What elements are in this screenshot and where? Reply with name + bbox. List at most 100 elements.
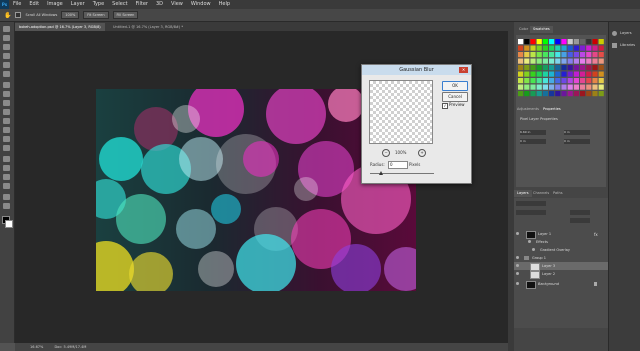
color-swatch[interactable] xyxy=(530,65,536,71)
color-swatch[interactable] xyxy=(598,71,604,77)
color-swatch[interactable] xyxy=(530,78,536,84)
color-swatch[interactable] xyxy=(573,45,579,51)
tab-color[interactable]: Color xyxy=(516,26,531,33)
color-swatch[interactable] xyxy=(530,52,536,58)
color-swatch[interactable] xyxy=(580,58,586,64)
color-swatch[interactable] xyxy=(524,65,530,71)
menu-type[interactable]: Type xyxy=(89,0,108,9)
visibility-eye-icon[interactable] xyxy=(516,256,519,259)
color-swatch[interactable] xyxy=(549,65,555,71)
color-swatch[interactable] xyxy=(549,84,555,90)
properties-x-field[interactable]: 0 in xyxy=(564,130,590,135)
color-swatch[interactable] xyxy=(561,91,567,97)
layer-row[interactable]: Gradient Overlay xyxy=(514,246,608,254)
preview-checkbox[interactable]: ✓ xyxy=(442,103,448,109)
color-swatch[interactable] xyxy=(598,91,604,97)
color-swatch[interactable] xyxy=(524,84,530,90)
color-swatch[interactable] xyxy=(598,84,604,90)
layer-row[interactable]: Layer 1 fx xyxy=(514,230,608,239)
color-swatch[interactable] xyxy=(542,65,548,71)
color-swatch[interactable] xyxy=(542,78,548,84)
menu-help[interactable]: Help xyxy=(215,0,234,9)
color-swatch[interactable] xyxy=(598,39,604,45)
gradient-tool-icon[interactable] xyxy=(3,127,10,133)
color-swatch[interactable] xyxy=(542,91,548,97)
color-swatch[interactable] xyxy=(518,45,524,51)
color-swatch[interactable] xyxy=(567,45,573,51)
zoom-in-icon[interactable]: + xyxy=(418,149,426,157)
marquee-tool-icon[interactable] xyxy=(3,35,10,41)
color-swatch[interactable] xyxy=(542,58,548,64)
zoom-out-icon[interactable]: − xyxy=(382,149,390,157)
tab-adjustments[interactable]: Adjustments xyxy=(514,106,542,113)
color-swatch[interactable] xyxy=(518,52,524,58)
color-swatch[interactable] xyxy=(586,52,592,58)
clone-stamp-tool-icon[interactable] xyxy=(3,100,10,106)
color-swatch[interactable] xyxy=(586,39,592,45)
color-swatch[interactable] xyxy=(561,84,567,90)
zoom-tool-icon[interactable] xyxy=(3,203,10,209)
layer-row[interactable]: Layer 2 xyxy=(514,270,608,279)
properties-width-field[interactable]: 6.69 in xyxy=(520,130,546,135)
swatches-grid[interactable] xyxy=(516,35,606,117)
visibility-eye-icon[interactable] xyxy=(532,248,535,251)
color-swatch[interactable] xyxy=(586,78,592,84)
visibility-eye-icon[interactable] xyxy=(516,232,519,235)
radius-slider-thumb[interactable] xyxy=(379,171,383,175)
color-swatch[interactable] xyxy=(592,58,598,64)
color-swatch[interactable] xyxy=(586,45,592,51)
color-swatch[interactable] xyxy=(567,91,573,97)
tab-swatches[interactable]: Swatches xyxy=(530,26,553,33)
color-swatch[interactable] xyxy=(530,71,536,77)
color-swatch[interactable] xyxy=(530,91,536,97)
color-swatch[interactable] xyxy=(573,91,579,97)
color-swatch[interactable] xyxy=(524,45,530,51)
brush-tool-icon[interactable] xyxy=(3,91,10,97)
color-swatch[interactable] xyxy=(555,58,561,64)
color-swatch[interactable] xyxy=(530,39,536,45)
color-swatch[interactable] xyxy=(592,84,598,90)
scroll-all-windows-checkbox[interactable] xyxy=(15,12,22,18)
layer-filter-select[interactable] xyxy=(516,201,546,206)
tab-bokeh-document[interactable]: bokeh-adoption.psd @ 16.7% (Layer 3, RGB… xyxy=(15,23,105,37)
dodge-tool-icon[interactable] xyxy=(3,145,10,151)
color-swatch[interactable] xyxy=(586,91,592,97)
color-swatch[interactable] xyxy=(598,58,604,64)
color-swatch[interactable] xyxy=(586,84,592,90)
color-swatch[interactable] xyxy=(567,52,573,58)
hand-tool-icon[interactable] xyxy=(3,194,10,200)
color-swatch[interactable] xyxy=(536,52,542,58)
color-swatch[interactable] xyxy=(549,45,555,51)
color-swatch[interactable] xyxy=(518,91,524,97)
color-swatch[interactable] xyxy=(592,52,598,58)
color-swatch[interactable] xyxy=(598,52,604,58)
collapsed-layers-label[interactable]: Layers xyxy=(620,31,632,35)
collapsed-libraries-label[interactable]: Libraries xyxy=(620,43,635,47)
tab-properties[interactable]: Properties xyxy=(540,106,564,113)
color-swatch[interactable] xyxy=(561,78,567,84)
color-swatch[interactable] xyxy=(530,58,536,64)
color-swatch[interactable] xyxy=(555,39,561,45)
color-swatch[interactable] xyxy=(573,58,579,64)
eraser-tool-icon[interactable] xyxy=(3,118,10,124)
visibility-eye-icon[interactable] xyxy=(528,240,531,243)
menu-image[interactable]: Image xyxy=(43,0,67,9)
color-swatch[interactable] xyxy=(598,45,604,51)
color-swatch[interactable] xyxy=(573,39,579,45)
color-swatch[interactable] xyxy=(518,71,524,77)
menu-select[interactable]: Select xyxy=(108,0,131,9)
color-swatch[interactable] xyxy=(536,45,542,51)
menu-3d[interactable]: 3D xyxy=(152,0,167,9)
color-swatch[interactable] xyxy=(555,65,561,71)
shape-tool-icon[interactable] xyxy=(3,183,10,189)
color-swatch[interactable] xyxy=(592,39,598,45)
crop-tool-icon[interactable] xyxy=(3,62,10,68)
layer-row[interactable]: Background xyxy=(514,280,608,289)
menu-file[interactable]: File xyxy=(9,0,25,9)
fill-field[interactable] xyxy=(570,218,590,223)
layers-icon[interactable] xyxy=(612,31,617,36)
color-swatch[interactable] xyxy=(561,39,567,45)
color-swatch[interactable] xyxy=(567,39,573,45)
color-swatch[interactable] xyxy=(524,39,530,45)
color-swatch[interactable] xyxy=(536,58,542,64)
